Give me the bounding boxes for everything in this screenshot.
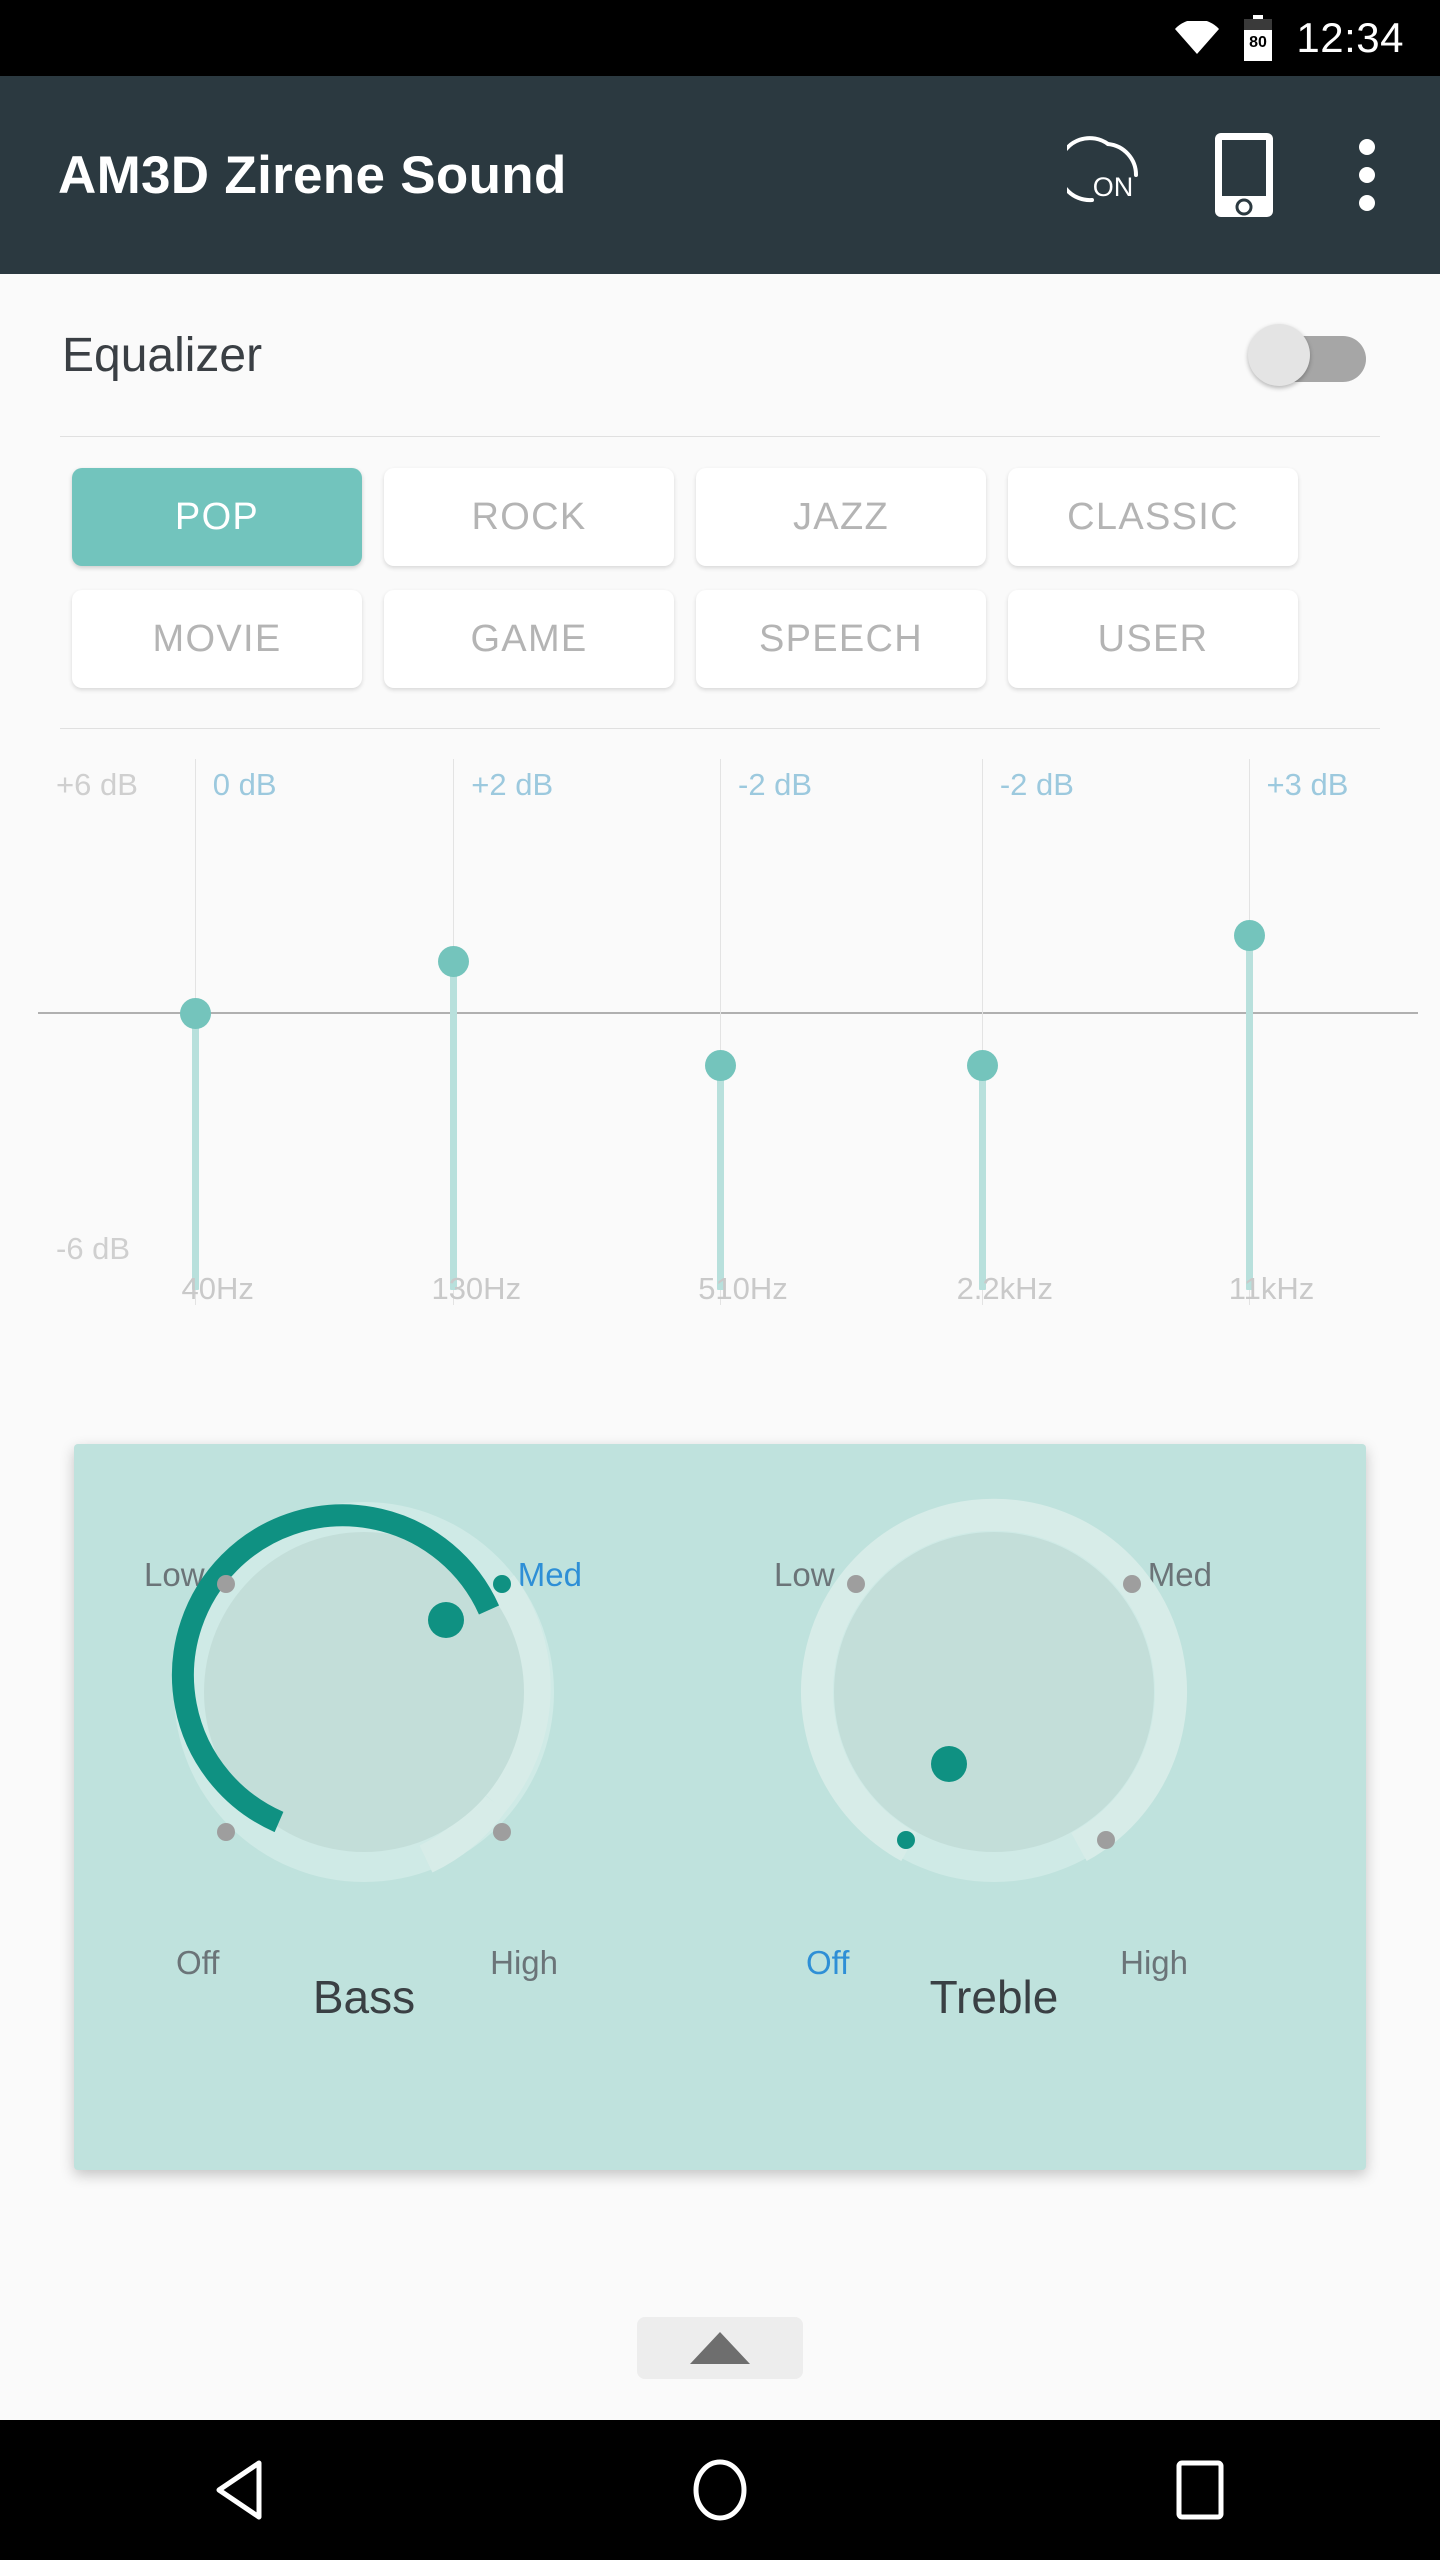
preset-label: CLASSIC (1067, 495, 1239, 538)
divider-under-equalizer-header (60, 436, 1380, 437)
app-bar-actions: ON (1040, 107, 1440, 243)
band-frequency-label: 40Hz (181, 1271, 254, 1306)
band-bar (717, 1065, 724, 1290)
wifi-icon (1174, 21, 1220, 55)
equalizer-label: Equalizer (62, 328, 263, 382)
preset-label: JAZZ (793, 495, 889, 538)
band-slider-handle[interactable] (966, 1050, 998, 1081)
preset-game[interactable]: GAME (384, 590, 674, 688)
battery-level-text: 80 (1249, 34, 1267, 51)
preset-movie[interactable]: MOVIE (72, 590, 362, 688)
preset-label: ROCK (471, 495, 587, 538)
axis-min-label: -6 dB (56, 1231, 131, 1266)
app-bar: AM3D Zirene Sound ON (0, 76, 1440, 274)
home-circle-icon (693, 2459, 747, 2521)
power-on-label: ON (1093, 172, 1134, 202)
treble-caption: Treble (929, 1971, 1059, 2023)
preset-rock[interactable]: ROCK (384, 468, 674, 566)
overflow-menu-icon (1359, 139, 1375, 211)
band-value-label: +2 dB (471, 767, 554, 802)
page-title: AM3D Zirene Sound (58, 145, 567, 205)
power-toggle-button[interactable]: ON (1040, 107, 1176, 243)
nav-back-button[interactable] (140, 2420, 340, 2560)
band-frequency-label: 130Hz (431, 1271, 522, 1306)
band-value-label: 0 dB (212, 767, 277, 802)
preset-label: GAME (470, 617, 588, 660)
equalizer-toggle[interactable] (1248, 324, 1366, 386)
bass-knob-control[interactable]: Low Med Off High Bass (104, 1492, 624, 2132)
back-triangle-icon (216, 2460, 262, 2520)
band-value-label: -2 dB (999, 767, 1074, 802)
nav-recents-button[interactable] (1100, 2420, 1300, 2560)
overflow-menu-button[interactable] (1312, 107, 1422, 243)
bass-dial-icon[interactable] (164, 1492, 564, 1892)
preset-label: MOVIE (152, 617, 282, 660)
recents-square-icon (1176, 2460, 1224, 2520)
axis-max-label: +6 dB (56, 767, 138, 802)
preset-label: SPEECH (758, 617, 924, 660)
collapse-panel-button[interactable] (637, 2317, 803, 2379)
preset-classic[interactable]: CLASSIC (1008, 468, 1298, 566)
nav-home-button[interactable] (620, 2420, 820, 2560)
band-bar (450, 961, 458, 1290)
preset-jazz[interactable]: JAZZ (696, 468, 986, 566)
equalizer-header-row: Equalizer (0, 274, 1440, 436)
status-bar-clock: 12:34 (1296, 14, 1404, 61)
battery-icon: 80 (1242, 15, 1274, 61)
android-nav-bar (0, 2420, 1440, 2560)
band-slider-handle[interactable] (705, 1050, 736, 1081)
device-button[interactable] (1176, 107, 1312, 243)
band-bar (978, 1065, 986, 1290)
band-value-label: -2 dB (738, 767, 813, 802)
app-screen: 80 12:34 AM3D Zirene Sound ON Equalizer … (0, 0, 1440, 2560)
band-bar (191, 1013, 199, 1290)
preset-pop[interactable]: POP (72, 468, 362, 566)
device-icon (1215, 133, 1273, 217)
tone-control-card: Low Med Off High Bass Low Med Off High T… (74, 1444, 1366, 2170)
triangle-up-icon (690, 2332, 750, 2364)
preset-speech[interactable]: SPEECH (696, 590, 986, 688)
band-frequency-label: 2.2kHz (956, 1271, 1054, 1306)
band-frequency-label: 11kHz (1228, 1271, 1315, 1306)
band-bar (1245, 935, 1253, 1290)
treble-dial-icon[interactable] (794, 1492, 1194, 1892)
preset-label: USER (1097, 617, 1209, 660)
treble-knob-control[interactable]: Low Med Off High Treble (734, 1492, 1254, 2132)
toggle-knob (1248, 324, 1310, 386)
status-bar: 80 12:34 (0, 0, 1440, 76)
preset-label: POP (174, 495, 260, 538)
bass-caption: Bass (312, 1971, 416, 2023)
equalizer-graph: +6 dB -6 dB 0 dB 40Hz +2 dB 130Hz -2 dB 510Hz… (0, 745, 1440, 1306)
band-slider-handle[interactable] (438, 946, 470, 977)
preset-user[interactable]: USER (1008, 590, 1298, 688)
zero-db-line (38, 1012, 1418, 1014)
preset-button-grid: POP ROCK JAZZ CLASSIC MOVIE GAME SPEECH … (0, 468, 1440, 688)
band-slider-handle[interactable] (179, 998, 211, 1029)
band-frequency-label: 510Hz (698, 1271, 788, 1306)
band-value-label: +3 dB (1266, 767, 1349, 802)
band-slider-handle[interactable] (1233, 920, 1265, 951)
power-toggle-icon: ON (1067, 136, 1139, 203)
divider-under-presets (60, 728, 1380, 729)
